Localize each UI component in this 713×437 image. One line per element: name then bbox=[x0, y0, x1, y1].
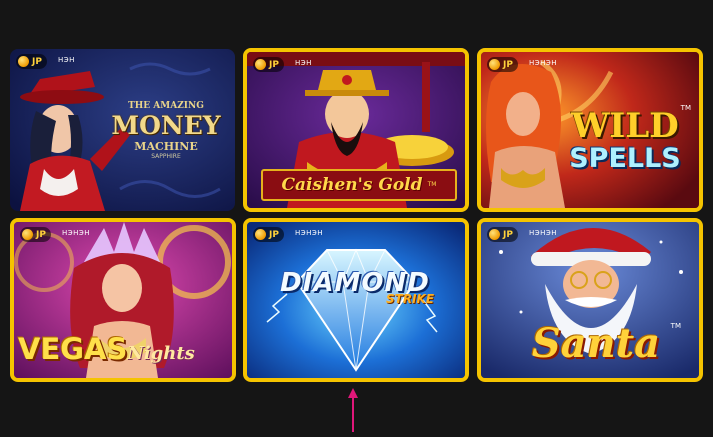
jackpot-coin-icon bbox=[255, 229, 266, 240]
title-sub: Nights bbox=[127, 343, 195, 364]
game-title-money-machine: THE AMAZING MONEY MACHINE SAPPHIRE bbox=[106, 101, 226, 160]
title-main: Santa bbox=[531, 320, 661, 367]
tile-status-text: НЭН bbox=[295, 59, 312, 67]
game-tile-santa[interactable]: JP НЭНЭН Santa TM bbox=[477, 218, 703, 382]
trademark: TM bbox=[670, 322, 681, 330]
title-main: MONEY bbox=[111, 111, 221, 140]
pointer-arrow-icon bbox=[348, 388, 358, 432]
trademark: TM bbox=[680, 104, 691, 112]
game-tile-caishens-gold[interactable]: JP НЭН Caishen's Gold TM bbox=[243, 48, 469, 212]
jackpot-coin-icon bbox=[18, 56, 29, 67]
jackpot-coin-icon bbox=[489, 229, 500, 240]
trademark: TM bbox=[427, 181, 437, 188]
game-grid: JP НЭН THE AMAZING MONEY MACHINE SAPPHIR… bbox=[0, 0, 713, 437]
title-main: WILD bbox=[571, 106, 679, 146]
game-tile-diamond-strike[interactable]: JP НЭНЭН DIAMOND STRIKE bbox=[243, 218, 469, 382]
jackpot-badge: JP bbox=[487, 227, 518, 242]
title-tag: SAPPHIRE bbox=[151, 153, 181, 160]
tile-status-text: НЭН bbox=[58, 56, 75, 64]
title-sub: MACHINE bbox=[134, 140, 198, 153]
jackpot-label: JP bbox=[36, 229, 46, 240]
jackpot-coin-icon bbox=[22, 229, 33, 240]
game-title-santa: Santa bbox=[501, 320, 691, 367]
tile-status-text: НЭНЭН bbox=[529, 229, 558, 237]
jackpot-label: JP bbox=[32, 56, 42, 67]
title-main: VEGAS bbox=[18, 332, 128, 366]
jackpot-badge: JP bbox=[253, 57, 284, 72]
title-main: Caishen's Gold bbox=[281, 175, 423, 195]
jackpot-label: JP bbox=[269, 229, 279, 240]
jackpot-label: JP bbox=[503, 59, 513, 70]
jackpot-badge: JP bbox=[20, 227, 51, 242]
game-title-vegas-nights: VEGASNights bbox=[18, 332, 230, 366]
game-tile-vegas-nights[interactable]: JP НЭНЭН VEGASNights bbox=[10, 218, 236, 382]
tile-status-text: НЭНЭН bbox=[295, 229, 324, 237]
game-tile-money-machine[interactable]: JP НЭН THE AMAZING MONEY MACHINE SAPPHIR… bbox=[10, 49, 235, 211]
game-title-wild-spells: WILD SPELLS bbox=[555, 108, 695, 174]
jackpot-badge: JP bbox=[16, 54, 47, 69]
jackpot-label: JP bbox=[503, 229, 513, 240]
title-top: THE AMAZING bbox=[128, 101, 204, 111]
tile-status-text: НЭНЭН bbox=[529, 59, 558, 67]
game-tile-wild-spells[interactable]: JP НЭНЭН WILD SPELLS TM bbox=[477, 48, 703, 212]
jackpot-coin-icon bbox=[489, 59, 500, 70]
game-title-diamond-strike: DIAMOND STRIKE bbox=[255, 268, 455, 306]
tile-status-text: НЭНЭН bbox=[62, 229, 91, 237]
jackpot-badge: JP bbox=[487, 57, 518, 72]
jackpot-coin-icon bbox=[255, 59, 266, 70]
title-sub: SPELLS bbox=[569, 143, 681, 174]
jackpot-badge: JP bbox=[253, 227, 284, 242]
game-title-caishens-gold: Caishen's Gold TM bbox=[261, 169, 457, 201]
jackpot-label: JP bbox=[269, 59, 279, 70]
